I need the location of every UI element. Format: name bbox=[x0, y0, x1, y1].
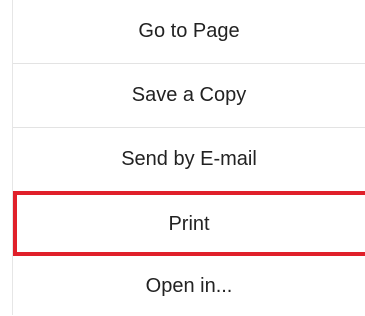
menu-item-print[interactable]: Print bbox=[13, 192, 365, 256]
menu-item-save-a-copy[interactable]: Save a Copy bbox=[13, 64, 365, 128]
menu-item-label: Send by E-mail bbox=[121, 148, 257, 170]
menu-item-send-by-email[interactable]: Send by E-mail bbox=[13, 128, 365, 192]
menu-item-open-in[interactable]: Open in... bbox=[13, 256, 365, 316]
menu-item-label: Print bbox=[168, 212, 210, 235]
action-menu: Go to Page Save a Copy Send by E-mail Pr… bbox=[0, 0, 365, 315]
menu-item-label: Go to Page bbox=[138, 20, 240, 42]
menu-item-label: Open in... bbox=[145, 274, 233, 297]
menu-item-go-to-page[interactable]: Go to Page bbox=[13, 0, 365, 64]
menu-item-label: Save a Copy bbox=[131, 84, 247, 106]
